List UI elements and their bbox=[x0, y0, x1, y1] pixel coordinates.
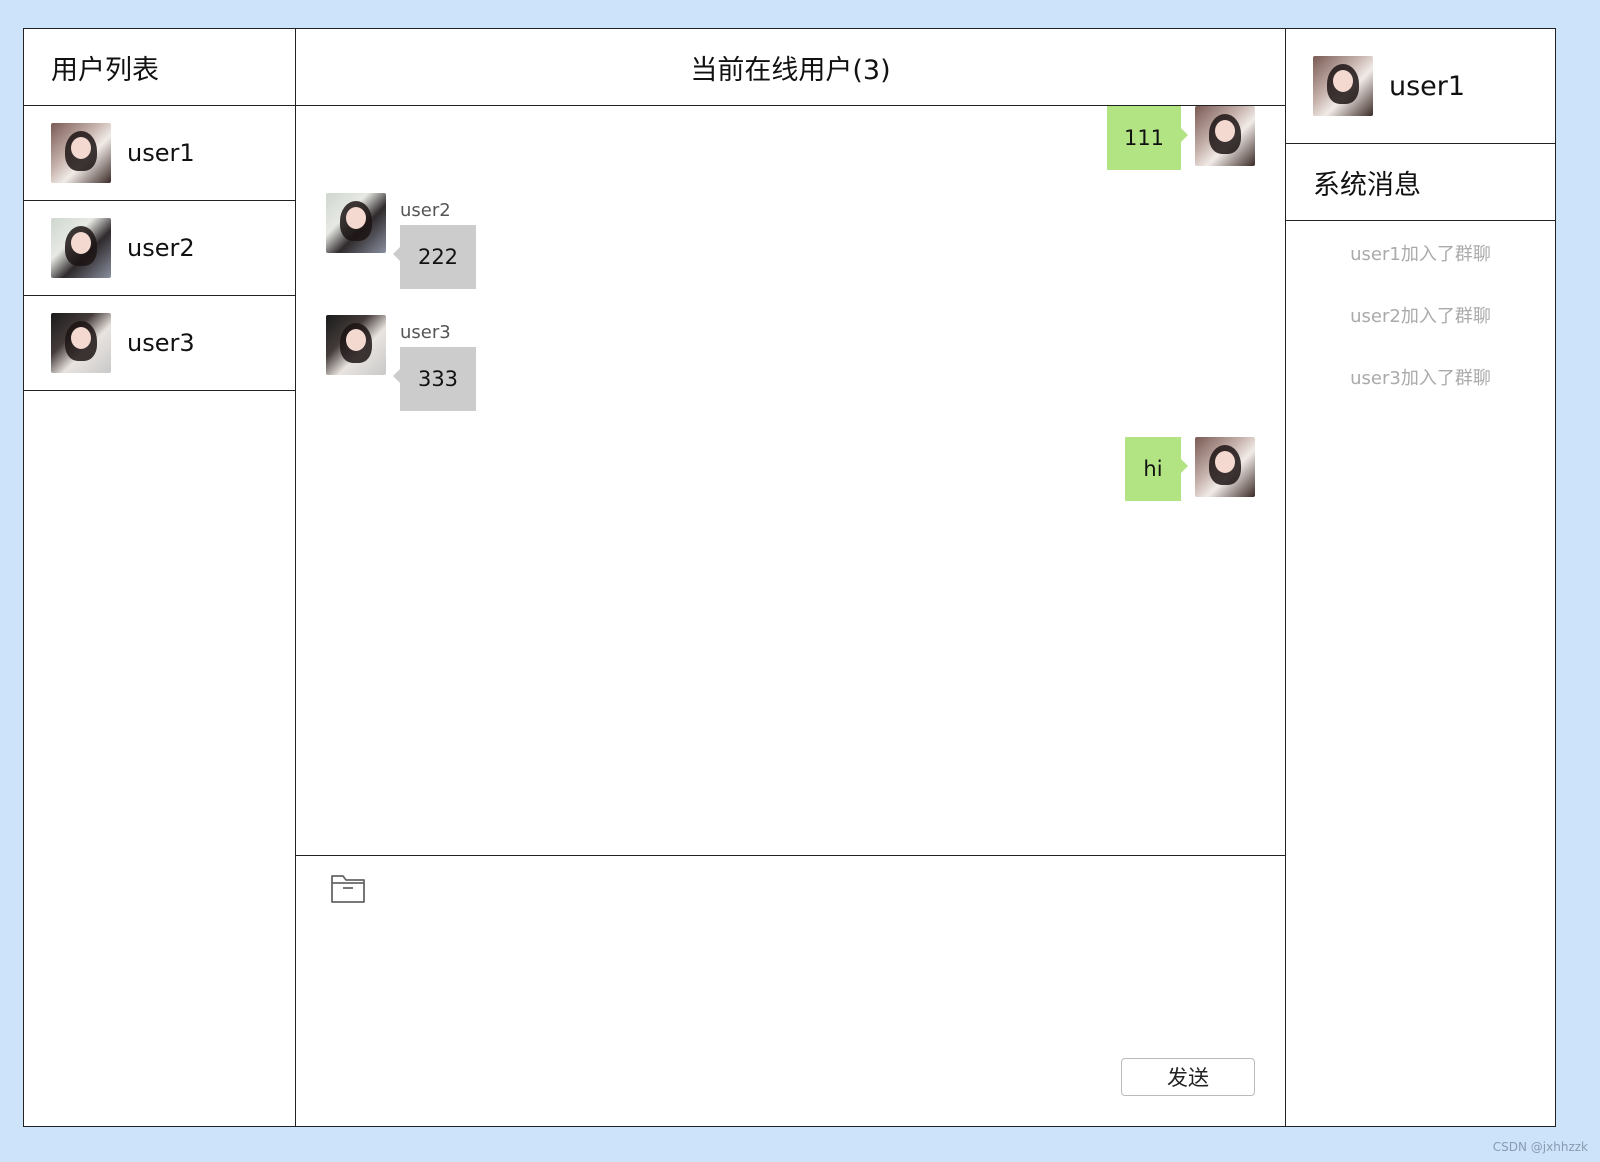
avatar bbox=[1195, 437, 1255, 497]
message-sender: user2 bbox=[400, 200, 451, 221]
message-bubble: 333 bbox=[393, 347, 476, 411]
user-list-title: 用户列表 bbox=[24, 29, 295, 106]
avatar bbox=[1313, 56, 1373, 116]
message-input-area[interactable]: 发送 bbox=[296, 856, 1285, 1126]
system-message: user2加入了群聊 bbox=[1350, 306, 1491, 327]
message-other: user2 222 bbox=[326, 193, 476, 289]
system-messages-title: 系统消息 bbox=[1286, 144, 1555, 221]
avatar bbox=[51, 313, 111, 373]
user-list-item-user1[interactable]: user1 bbox=[24, 106, 295, 201]
online-users-title: 当前在线用户(3) bbox=[296, 29, 1285, 106]
avatar bbox=[51, 123, 111, 183]
system-message: user1加入了群聊 bbox=[1350, 244, 1491, 265]
folder-icon[interactable] bbox=[330, 872, 366, 904]
system-message-list: user1加入了群聊 user2加入了群聊 user3加入了群聊 bbox=[1286, 221, 1555, 427]
user-name: user1 bbox=[127, 139, 195, 167]
user-list-item-user3[interactable]: user3 bbox=[24, 296, 295, 391]
chat-app: 用户列表 user1 user2 user3 当前在线用户(3) 111 use… bbox=[23, 28, 1556, 1127]
current-user-name: user1 bbox=[1389, 70, 1466, 102]
info-panel: user1 系统消息 user1加入了群聊 user2加入了群聊 user3加入… bbox=[1286, 29, 1555, 1126]
message-list: 111 user2 222 user3 333 hi bbox=[296, 106, 1285, 856]
message-bubble: hi bbox=[1125, 437, 1188, 501]
avatar bbox=[326, 193, 386, 253]
chat-panel: 当前在线用户(3) 111 user2 222 user3 333 hi 发送 bbox=[296, 29, 1286, 1126]
avatar bbox=[51, 218, 111, 278]
user-name: user3 bbox=[127, 329, 195, 357]
message-other: user3 333 bbox=[326, 315, 476, 411]
user-list-panel: 用户列表 user1 user2 user3 bbox=[24, 29, 296, 1126]
current-user: user1 bbox=[1286, 29, 1555, 144]
message-bubble: 222 bbox=[393, 225, 476, 289]
message-bubble: 111 bbox=[1107, 106, 1188, 170]
message-own: hi bbox=[1125, 437, 1255, 501]
user-list-item-user2[interactable]: user2 bbox=[24, 201, 295, 296]
system-message: user3加入了群聊 bbox=[1350, 368, 1491, 389]
avatar bbox=[1195, 106, 1255, 166]
user-name: user2 bbox=[127, 234, 195, 262]
message-sender: user3 bbox=[400, 322, 451, 343]
message-own: 111 bbox=[1107, 106, 1255, 170]
avatar bbox=[326, 315, 386, 375]
send-button[interactable]: 发送 bbox=[1121, 1058, 1255, 1096]
watermark: CSDN @jxhhzzk bbox=[1492, 1140, 1588, 1154]
